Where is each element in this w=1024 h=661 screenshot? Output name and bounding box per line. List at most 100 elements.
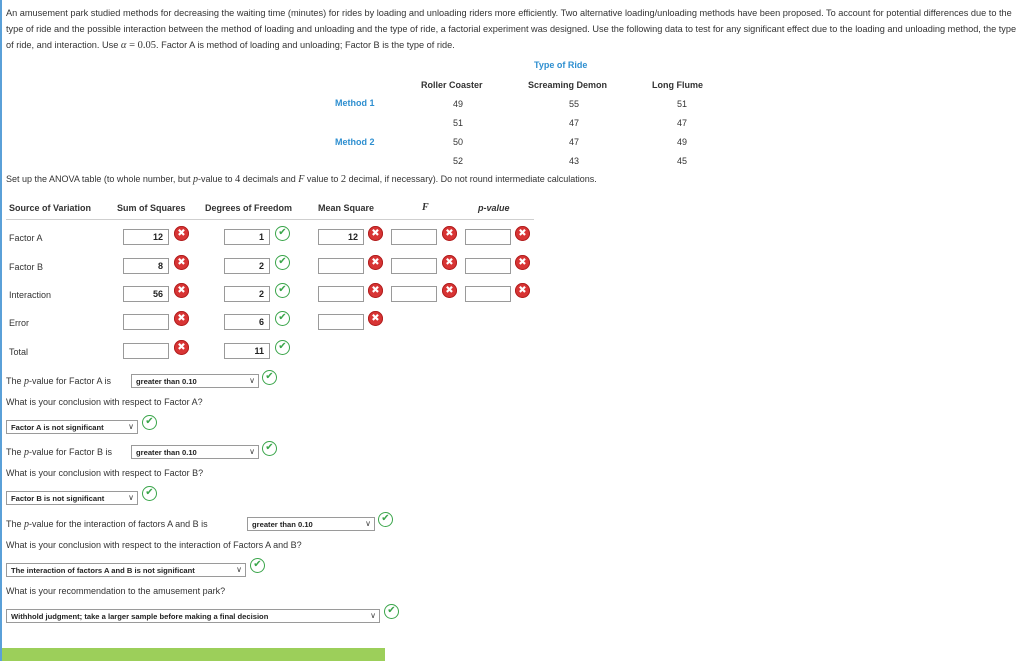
- data-cell: 45: [676, 156, 687, 166]
- header-rule: [6, 219, 534, 220]
- incorrect-icon: ✖: [515, 255, 530, 270]
- incorrect-icon: ✖: [442, 255, 457, 270]
- incorrect-icon: ✖: [174, 340, 189, 355]
- conclusion-b-select[interactable]: Factor B is not significant ∨: [6, 491, 138, 505]
- correct-icon: ✔: [378, 512, 393, 527]
- incorrect-icon: ✖: [515, 226, 530, 241]
- col-long-flume: Long Flume: [652, 80, 703, 90]
- incorrect-icon: ✖: [368, 311, 383, 326]
- col-roller-coaster: Roller Coaster: [421, 80, 483, 90]
- correct-icon: ✔: [142, 415, 157, 430]
- conclusion-b-question: What is your conclusion with respect to …: [6, 468, 204, 478]
- df-factor-a-input[interactable]: 1: [224, 229, 270, 245]
- row-label-total: Total: [9, 347, 29, 357]
- chevron-down-icon: ∨: [128, 422, 134, 431]
- f-factor-a-input[interactable]: [391, 229, 437, 245]
- p-factor-b-input[interactable]: [465, 258, 511, 274]
- correct-icon: ✔: [262, 370, 277, 385]
- row-label-factor-a: Factor A: [9, 233, 43, 243]
- df-total-input[interactable]: 11: [224, 343, 270, 359]
- data-cell: 47: [676, 118, 687, 128]
- problem-statement: An amusement park studied methods for de…: [6, 8, 1017, 51]
- ms-factor-a-input[interactable]: 12: [318, 229, 364, 245]
- f-interaction-input[interactable]: [391, 286, 437, 302]
- ms-interaction-input[interactable]: [318, 286, 364, 302]
- method-1-label: Method 1: [335, 98, 375, 108]
- pvalue-a-prompt: The p-value for Factor A is: [6, 376, 112, 387]
- data-cell: 52: [452, 156, 463, 166]
- correct-icon: ✔: [250, 558, 265, 573]
- row-label-interaction: Interaction: [9, 290, 52, 300]
- header-p: p-value: [478, 203, 510, 213]
- chevron-down-icon: ∨: [365, 519, 371, 528]
- conclusion-interaction-select[interactable]: The interaction of factors A and B is no…: [6, 563, 246, 577]
- row-label-factor-b: Factor B: [9, 262, 44, 272]
- left-accent-bar: [0, 0, 2, 661]
- ss-error-input[interactable]: [123, 314, 169, 330]
- pvalue-b-prompt: The p-value for Factor B is: [6, 447, 113, 458]
- chevron-down-icon: ∨: [249, 376, 255, 385]
- data-cell: 47: [568, 137, 579, 147]
- conclusion-a-question: What is your conclusion with respect to …: [6, 397, 203, 407]
- incorrect-icon: ✖: [174, 311, 189, 326]
- select-value: The interaction of factors A and B is no…: [11, 566, 195, 575]
- correct-icon: ✔: [262, 441, 277, 456]
- data-cell: 47: [568, 118, 579, 128]
- col-screaming-demon: Screaming Demon: [528, 80, 608, 90]
- correct-icon: ✔: [275, 311, 290, 326]
- recommendation-select[interactable]: Withhold judgment; take a larger sample …: [6, 609, 380, 623]
- ms-factor-b-input[interactable]: [318, 258, 364, 274]
- df-error-input[interactable]: 6: [224, 314, 270, 330]
- data-cell: 51: [676, 99, 687, 109]
- select-value: greater than 0.10: [136, 448, 197, 457]
- ss-factor-a-input[interactable]: 12: [123, 229, 169, 245]
- select-value: greater than 0.10: [252, 520, 313, 529]
- ss-factor-b-input[interactable]: 8: [123, 258, 169, 274]
- correct-icon: ✔: [275, 340, 290, 355]
- pvalue-interaction-select[interactable]: greater than 0.10 ∨: [247, 517, 375, 531]
- incorrect-icon: ✖: [442, 226, 457, 241]
- incorrect-icon: ✖: [174, 226, 189, 241]
- incorrect-icon: ✖: [368, 283, 383, 298]
- df-factor-b-input[interactable]: 2: [224, 258, 270, 274]
- correct-icon: ✔: [275, 255, 290, 270]
- recommendation-question: What is your recommendation to the amuse…: [6, 586, 226, 596]
- ss-total-input[interactable]: [123, 343, 169, 359]
- row-label-error: Error: [9, 318, 29, 328]
- f-factor-b-input[interactable]: [391, 258, 437, 274]
- p-interaction-input[interactable]: [465, 286, 511, 302]
- incorrect-icon: ✖: [174, 283, 189, 298]
- chevron-down-icon: ∨: [370, 611, 376, 620]
- header-ms: Mean Square: [318, 203, 375, 213]
- conclusion-a-select[interactable]: Factor A is not significant ∨: [6, 420, 138, 434]
- pvalue-b-select[interactable]: greater than 0.10 ∨: [131, 445, 259, 459]
- incorrect-icon: ✖: [368, 255, 383, 270]
- chevron-down-icon: ∨: [236, 565, 242, 574]
- correct-icon: ✔: [142, 486, 157, 501]
- select-value: Withhold judgment; take a larger sample …: [11, 612, 269, 621]
- select-value: Factor A is not significant: [11, 423, 104, 432]
- data-cell: 49: [676, 137, 687, 147]
- method-2-label: Method 2: [335, 137, 375, 147]
- pvalue-a-select[interactable]: greater than 0.10 ∨: [131, 374, 259, 388]
- data-cell: 55: [568, 99, 579, 109]
- p-factor-a-input[interactable]: [465, 229, 511, 245]
- correct-icon: ✔: [275, 283, 290, 298]
- incorrect-icon: ✖: [442, 283, 457, 298]
- data-cell: 43: [568, 156, 579, 166]
- ss-interaction-input[interactable]: 56: [123, 286, 169, 302]
- ms-error-input[interactable]: [318, 314, 364, 330]
- type-of-ride-label: Type of Ride: [534, 60, 588, 70]
- feedback-bar[interactable]: [2, 648, 385, 661]
- header-ss: Sum of Squares: [117, 203, 186, 213]
- data-cell: 50: [452, 137, 463, 147]
- conclusion-interaction-question: What is your conclusion with respect to …: [6, 540, 302, 550]
- incorrect-icon: ✖: [368, 226, 383, 241]
- correct-icon: ✔: [384, 604, 399, 619]
- header-f: F: [422, 202, 429, 213]
- pvalue-interaction-prompt: The p-value for the interaction of facto…: [6, 519, 208, 530]
- df-interaction-input[interactable]: 2: [224, 286, 270, 302]
- select-value: Factor B is not significant: [11, 494, 105, 503]
- select-value: greater than 0.10: [136, 377, 197, 386]
- anova-instructions: Set up the ANOVA table (to whole number,…: [6, 174, 597, 185]
